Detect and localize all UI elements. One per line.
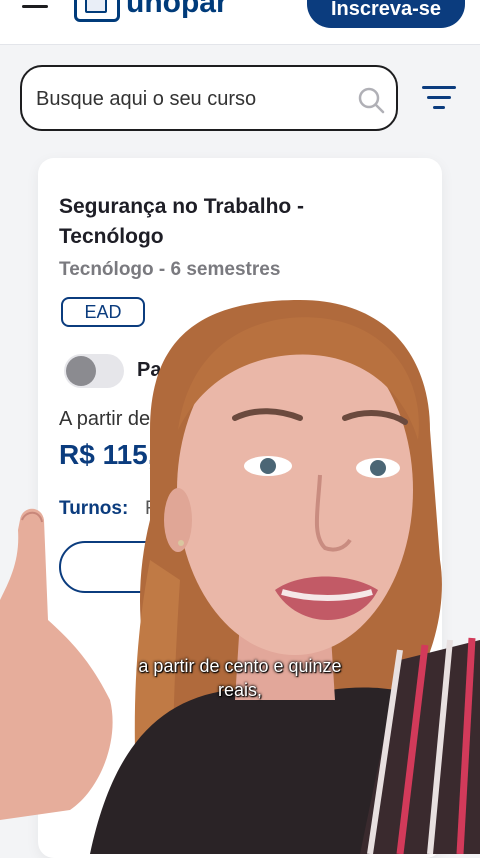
search-input[interactable] <box>34 81 358 117</box>
course-title: Segurança no Trabalho - Tecnólogo <box>59 195 305 248</box>
turnos-label: Turnos: <box>59 498 129 519</box>
signup-button[interactable]: Inscreva-se <box>307 0 465 28</box>
toggle-label: Pag <box>137 359 174 381</box>
price-value: R$ 115, <box>59 439 156 470</box>
course-duration: Tecnólogo - 6 semestres <box>59 259 281 280</box>
search-icon[interactable] <box>356 85 386 115</box>
price-prefix: A partir de <box>59 408 151 430</box>
course-details-button[interactable] <box>59 541 339 593</box>
filter-icon[interactable] <box>420 86 458 116</box>
payment-toggle[interactable] <box>64 354 124 388</box>
logo-icon <box>74 0 120 22</box>
caption-line-2: reais, <box>217 680 262 700</box>
modality-badge: EAD <box>61 297 145 327</box>
turnos-value: F <box>145 498 157 519</box>
course-card[interactable]: Segurança no Trabalho - Tecnólogo Tecnól… <box>38 158 442 858</box>
logo-text[interactable]: unopar <box>126 0 228 20</box>
video-caption: a partir de cento e quinze reais, <box>0 654 480 702</box>
menu-icon[interactable] <box>22 0 48 12</box>
caption-line-1: a partir de cento e quinze <box>138 656 342 676</box>
toggle-knob <box>66 356 96 386</box>
search-bar[interactable] <box>20 65 398 131</box>
top-nav-bar: unopar Inscreva-se <box>0 0 480 45</box>
